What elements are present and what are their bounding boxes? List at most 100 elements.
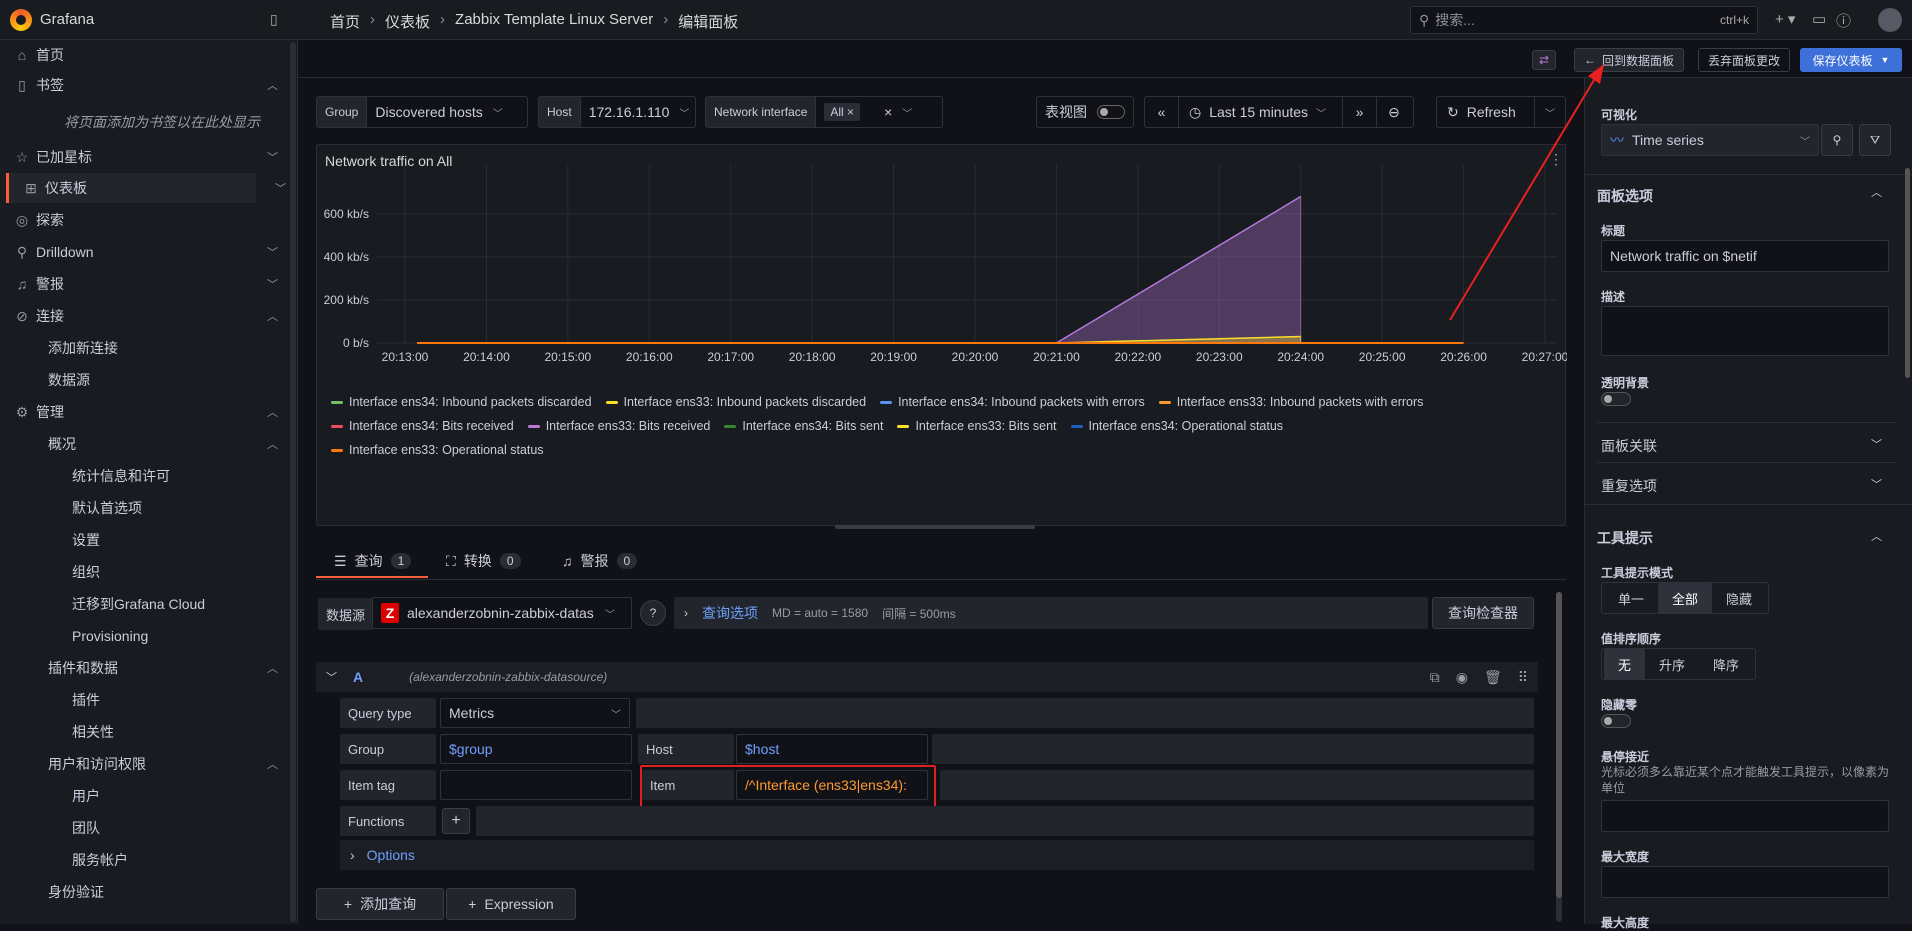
legend-item[interactable]: Interface ens33: Bits sent (897, 419, 1057, 433)
query-options-bar[interactable]: › 查询选项 MD = auto = 1580 间隔 = 500ms (674, 597, 1428, 629)
sidebar-item-orgs[interactable]: 组织 (0, 557, 290, 587)
dock-menu-icon[interactable]: ▯ (270, 11, 278, 28)
panel-links-section[interactable]: 面板关联 (1601, 436, 1657, 456)
save-dashboard-button[interactable]: 保存仪表板 ▼ (1800, 48, 1902, 72)
sidebar-item-home[interactable]: ⌂ 首页 (0, 40, 290, 70)
legend-item[interactable]: Interface ens33: Bits received (527, 419, 710, 433)
datasource-select[interactable]: Z alexanderzobnin-zabbix-datas ﹀ (372, 597, 632, 629)
sidebar-item-migrate[interactable]: 迁移到Grafana Cloud (0, 589, 290, 619)
grafana-logo-icon[interactable] (10, 8, 32, 31)
chevron-down-icon[interactable]: ﹀ (1871, 476, 1882, 492)
max-width-input[interactable] (1601, 866, 1889, 898)
sidebar-item-preferences[interactable]: 默认首选项 (0, 493, 290, 523)
add-function-button[interactable]: + (442, 808, 470, 834)
tab-transforms[interactable]: ⛶ 转换 0 (446, 551, 521, 571)
avatar[interactable] (1878, 8, 1902, 32)
sidebar-item-users[interactable]: 用户 (0, 781, 290, 811)
repeat-options-section[interactable]: 重复选项 (1601, 476, 1657, 496)
sidebar-item-plugins[interactable]: 插件 (0, 685, 290, 715)
host-variable[interactable]: Host 172.16.1.110 ﹀ (538, 96, 696, 128)
legend-item[interactable]: Interface ens34: Bits received (331, 419, 514, 433)
sidebar-item-plugins-data[interactable]: 插件和数据 ︿ (0, 653, 290, 683)
time-back-icon[interactable]: « (1145, 97, 1179, 127)
add-query-button[interactable]: + 添加查询 (316, 888, 444, 920)
sidebar-item-general[interactable]: 概况 ︿ (0, 429, 290, 459)
sidebar-item-starred[interactable]: ☆ 已加星标 ﹀ (0, 142, 290, 172)
search-icon[interactable]: ⚲ (1821, 124, 1853, 156)
panel-resize-handle[interactable] (835, 525, 1035, 529)
mode-all[interactable]: 全部 (1658, 582, 1713, 614)
legend-item[interactable]: Interface ens33: Inbound packets discard… (605, 395, 866, 409)
group-variable[interactable]: Group Discovered hosts ﹀ (316, 96, 528, 128)
chevron-up-icon[interactable]: ︿ (1871, 528, 1882, 544)
toggle-switch[interactable] (1097, 105, 1125, 119)
sidebar-item-auth[interactable]: 身份验证 (0, 877, 290, 907)
drag-handle-icon[interactable]: ⠿ (1518, 669, 1528, 686)
clear-icon[interactable]: × (884, 104, 892, 120)
sort-order-group[interactable]: 无 升序 降序 (1601, 648, 1757, 680)
sidebar-item-service-accounts[interactable]: 服务帐户 (0, 845, 290, 875)
query-scrollbar[interactable] (1556, 592, 1562, 922)
help-icon[interactable]: ⓘ (1836, 10, 1851, 31)
sort-none[interactable]: 无 (1604, 648, 1646, 680)
transparent-toggle[interactable] (1601, 392, 1631, 406)
chevron-down-icon[interactable]: ﹀ (1871, 436, 1882, 452)
sidebar-item-datasources[interactable]: 数据源 (0, 365, 290, 395)
legend-item[interactable]: Interface ens34: Operational status (1070, 419, 1283, 433)
legend-item[interactable]: Interface ens34: Inbound packets discard… (331, 395, 592, 409)
sidebar-item-stats[interactable]: 统计信息和许可 (0, 461, 290, 491)
title-input[interactable]: Network traffic on $netif (1601, 240, 1889, 272)
sidebar-item-connections[interactable]: ⊘ 连接 ︿ (0, 301, 290, 331)
add-icon[interactable]: + ▾ (1775, 10, 1795, 28)
news-icon[interactable]: ▭ (1812, 10, 1826, 28)
sidebar-scrollbar[interactable] (290, 42, 296, 922)
visualization-picker[interactable]: 〰 Time series ﹀ (1601, 124, 1819, 156)
discard-button[interactable]: 丢弃面板更改 (1698, 48, 1790, 72)
query-row-header[interactable]: ﹀ A (alexanderzobnin-zabbix-datasource) … (316, 662, 1538, 692)
sort-asc[interactable]: 升序 (1645, 649, 1699, 680)
eye-icon[interactable]: ◉ (1456, 669, 1468, 686)
help-icon[interactable]: ? (640, 600, 666, 626)
options-scrollbar[interactable] (1905, 168, 1910, 378)
sidebar-item-explore[interactable]: ◎ 探索 (0, 205, 290, 235)
tab-queries[interactable]: ☰ 查询 1 (334, 551, 412, 571)
time-picker[interactable]: « ◷ Last 15 minutes ﹀ » ⊖ (1144, 96, 1414, 128)
table-view-toggle[interactable]: 表视图 (1036, 96, 1134, 128)
network-interface-variable[interactable]: Network interface All × × ﹀ (705, 96, 943, 128)
filter-icon[interactable]: ⛛ (1859, 124, 1891, 156)
query-type-select[interactable]: Metrics ﹀ (440, 698, 630, 728)
sort-desc[interactable]: 降序 (1699, 649, 1753, 680)
query-inspector-button[interactable]: 查询检查器 (1432, 597, 1534, 629)
sidebar-item-users-access[interactable]: 用户和访问权限 ︿ (0, 749, 290, 779)
hide-zero-toggle[interactable] (1601, 714, 1631, 728)
sidebar-item-bookmarks[interactable]: ▯ 书签 ︿ (0, 70, 290, 100)
netif-tag[interactable]: All × (824, 103, 861, 121)
duplicate-icon[interactable]: ⧉ (1430, 669, 1440, 686)
breadcrumb-dashboards[interactable]: 仪表板 (385, 11, 430, 32)
chevron-down-icon[interactable]: ﹀ (326, 669, 337, 685)
trash-icon[interactable]: 🗑 (1484, 669, 1502, 686)
mode-hidden[interactable]: 隐藏 (1712, 583, 1766, 614)
sidebar-item-correlations[interactable]: 相关性 (0, 717, 290, 747)
item-input[interactable]: /^Interface (ens33|ens34): (736, 770, 928, 800)
tooltip-header[interactable]: 工具提示 (1597, 528, 1653, 548)
add-expression-button[interactable]: + Expression (446, 888, 576, 920)
legend-item[interactable]: Interface ens34: Bits sent (724, 419, 883, 433)
mode-single[interactable]: 单一 (1604, 583, 1658, 614)
tooltip-mode-group[interactable]: 单一 全部 隐藏 (1601, 582, 1770, 614)
hover-proximity-input[interactable] (1601, 800, 1889, 832)
sidebar-item-alerting[interactable]: ♫ 警报 ﹀ (0, 269, 290, 299)
sidebar-item-teams[interactable]: 团队 (0, 813, 290, 843)
sidebar-item-settings[interactable]: 设置 (0, 525, 290, 555)
group-input[interactable]: $group (440, 734, 632, 764)
breadcrumb-dashboard[interactable]: Zabbix Template Linux Server (455, 11, 653, 32)
legend-item[interactable]: Interface ens33: Operational status (331, 443, 544, 457)
sidebar-item-provisioning[interactable]: Provisioning (0, 621, 290, 651)
host-input[interactable]: $host (736, 734, 928, 764)
legend-item[interactable]: Interface ens33: Inbound packets with er… (1158, 395, 1423, 409)
item-tag-input[interactable] (440, 770, 632, 800)
time-forward-icon[interactable]: » (1343, 97, 1377, 127)
search-input[interactable]: ⚲ 搜索... ctrl+k (1410, 6, 1758, 34)
chevron-up-icon[interactable]: ︿ (1871, 184, 1882, 200)
options-toggle[interactable]: › Options (340, 840, 1534, 870)
